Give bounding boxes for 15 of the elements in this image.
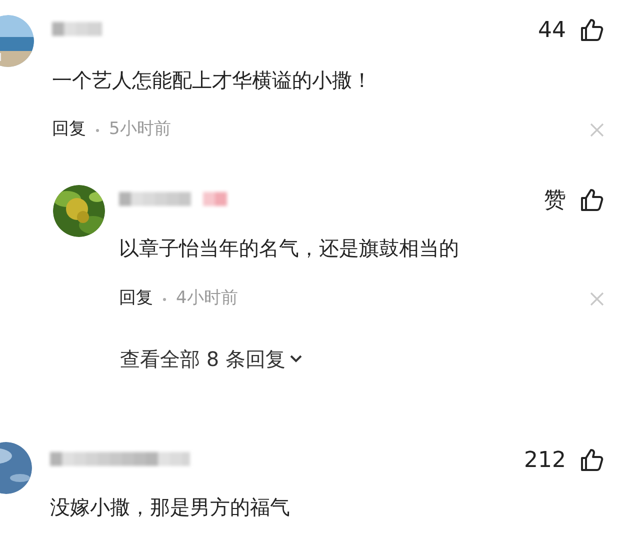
comment-text: 以章子怡当年的名气，还是旗鼓相当的 [119,235,460,262]
thumbs-up-icon[interactable] [580,448,604,472]
like-count: 44 [538,16,566,44]
timestamp: 5小时前 [109,118,171,142]
reply-link[interactable]: 回复 [52,117,86,143]
thumbs-up-icon[interactable] [580,18,604,42]
timestamp: 4小时前 [176,287,238,310]
comment-text: 没嫁小撒，那是男方的福气 [50,494,291,521]
thumbs-up-icon[interactable] [580,188,604,212]
view-replies-link[interactable]: 查看全部 8 条回复 [120,344,304,374]
like-count: 212 [524,446,566,474]
like-count: 赞 [544,186,566,214]
comment-text: 一个艺人怎能配上才华横谥的小撒！ [52,67,373,94]
reply-link[interactable]: 回复 [119,286,153,312]
chevron-down-icon [289,354,304,364]
